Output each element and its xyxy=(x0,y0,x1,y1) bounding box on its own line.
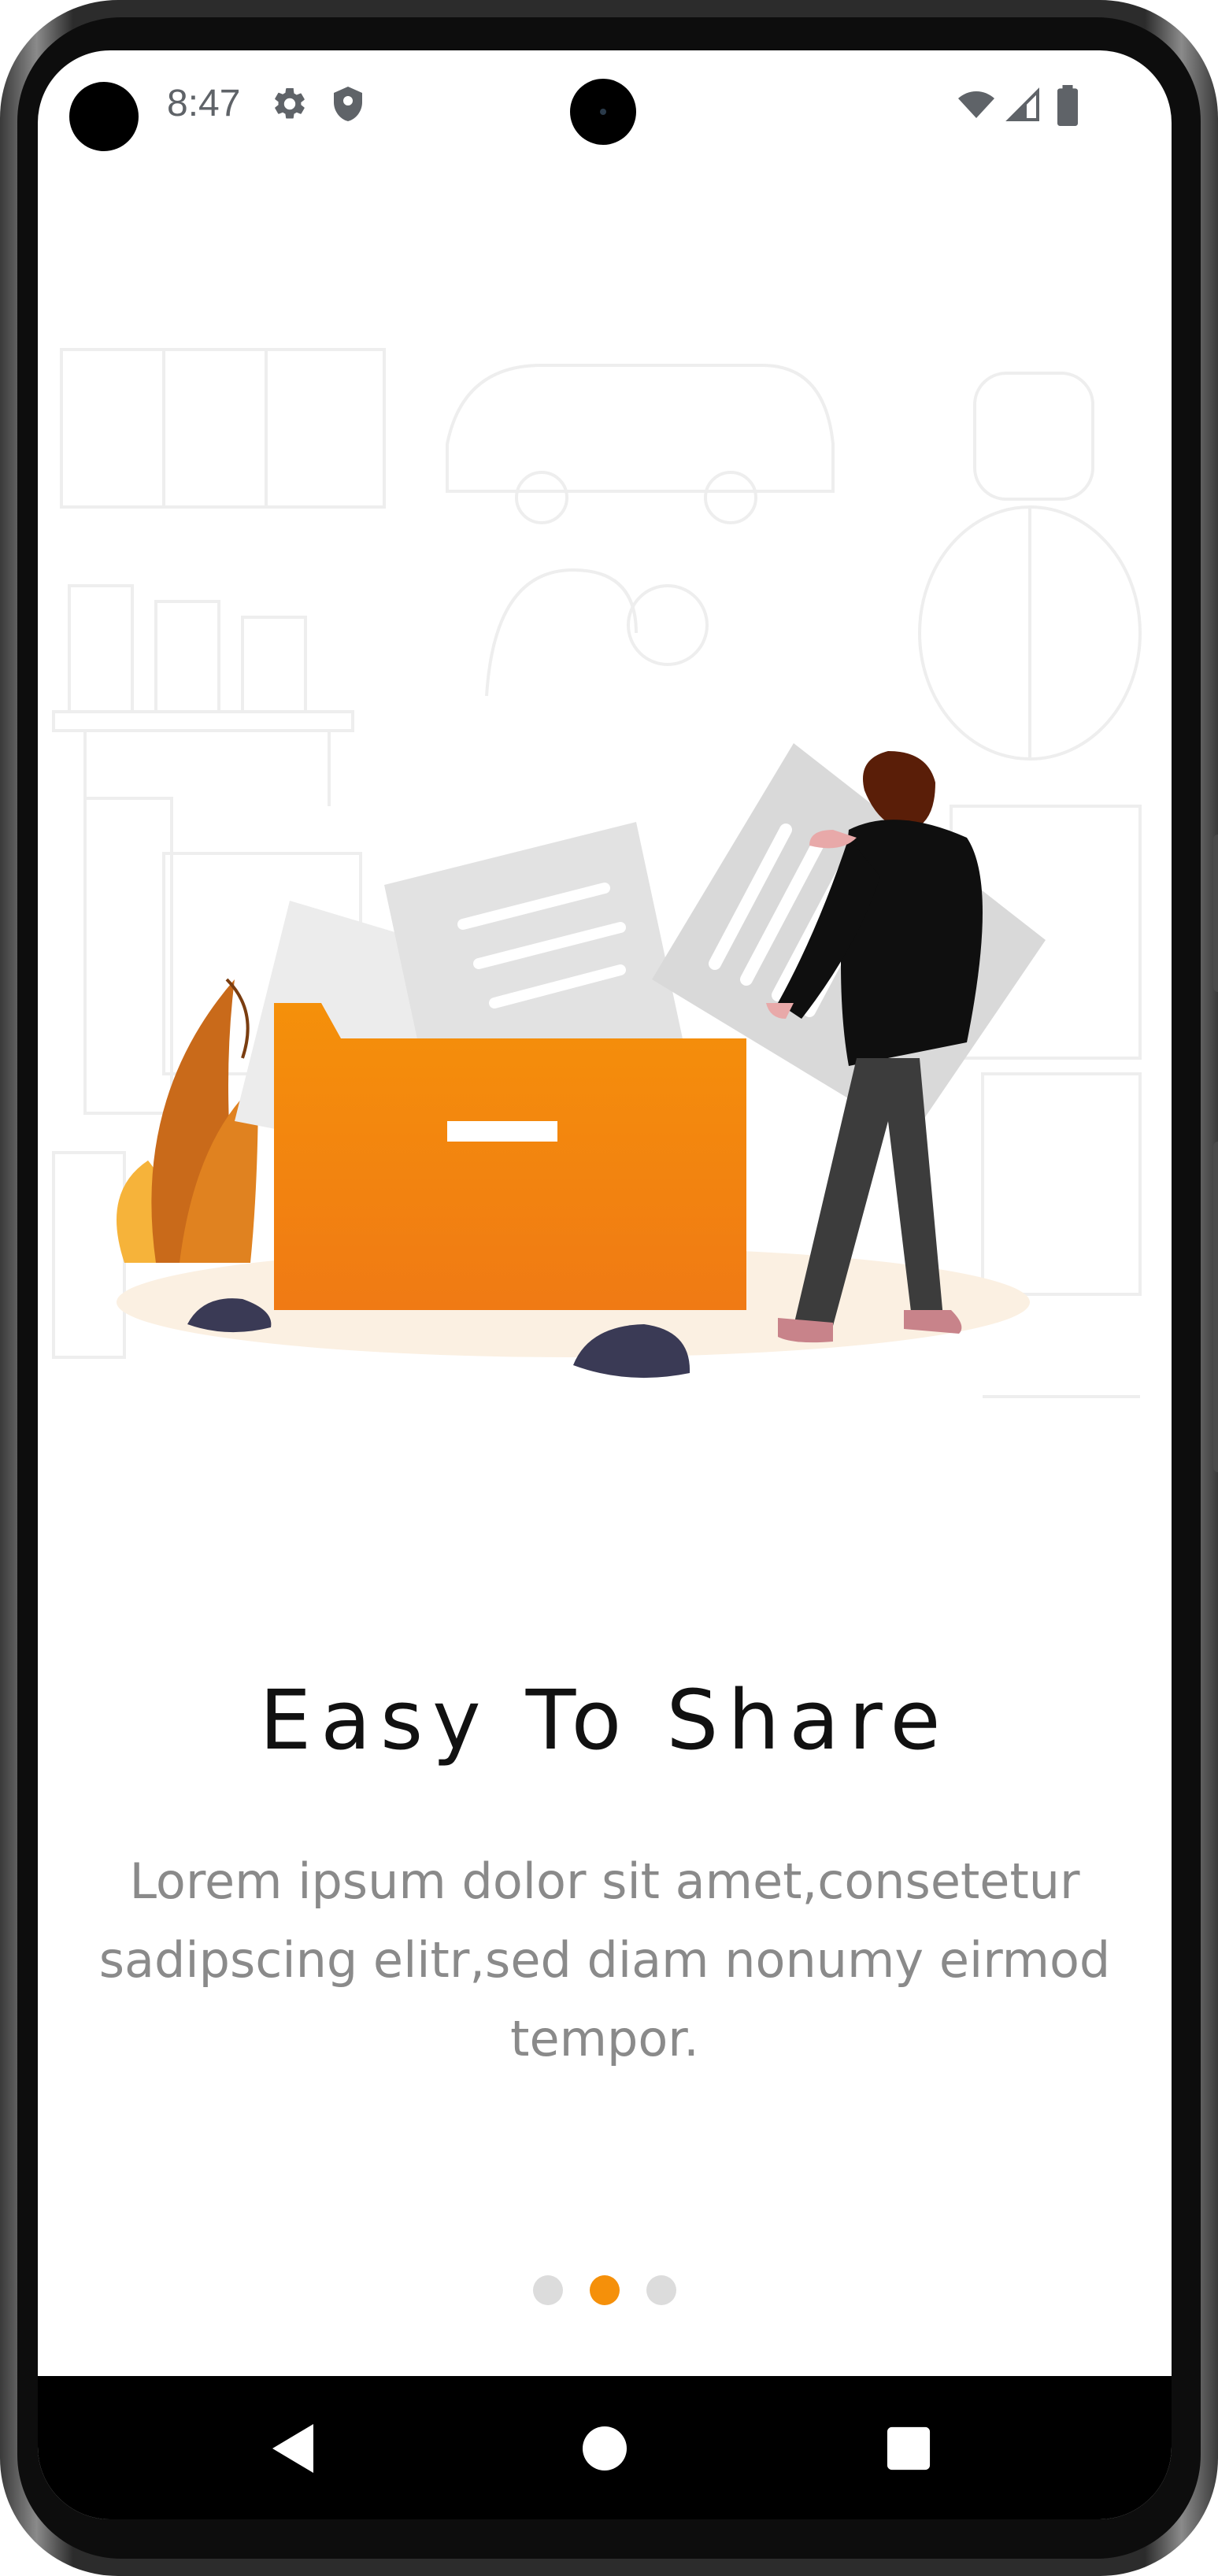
shield-icon xyxy=(329,85,367,127)
folder-label xyxy=(447,1121,557,1142)
page-dot-1[interactable] xyxy=(533,2275,563,2305)
page-dot-2-active[interactable] xyxy=(590,2275,620,2305)
wifi-icon xyxy=(956,85,997,127)
onboarding-title: Easy To Share xyxy=(259,1671,950,1768)
home-icon[interactable] xyxy=(565,2409,644,2488)
signal-icon xyxy=(1005,85,1042,127)
phone-frame: 8:47 Easy To Share Lorem ipsum dolor sit… xyxy=(0,0,1218,2576)
navigation-bar xyxy=(38,2376,1172,2519)
front-camera xyxy=(570,79,636,145)
back-icon[interactable] xyxy=(254,2409,332,2488)
settings-icon xyxy=(271,85,309,127)
status-time: 8:47 xyxy=(167,83,241,124)
page-dot-3[interactable] xyxy=(646,2275,676,2305)
onboarding-description: Lorem ipsum dolor sit amet,consetetur sa… xyxy=(98,1852,1111,2067)
power-button xyxy=(1213,835,1218,992)
notification-dot xyxy=(69,82,139,151)
status-bar: 8:47 xyxy=(38,50,1172,161)
recents-icon[interactable] xyxy=(869,2409,948,2488)
page-indicator xyxy=(38,2275,1172,2307)
share-illustration xyxy=(52,348,1142,1398)
volume-button xyxy=(1213,1142,1218,1472)
folder xyxy=(274,1003,746,1310)
battery-icon xyxy=(1053,85,1082,130)
screen: 8:47 Easy To Share Lorem ipsum dolor sit… xyxy=(38,50,1172,2519)
